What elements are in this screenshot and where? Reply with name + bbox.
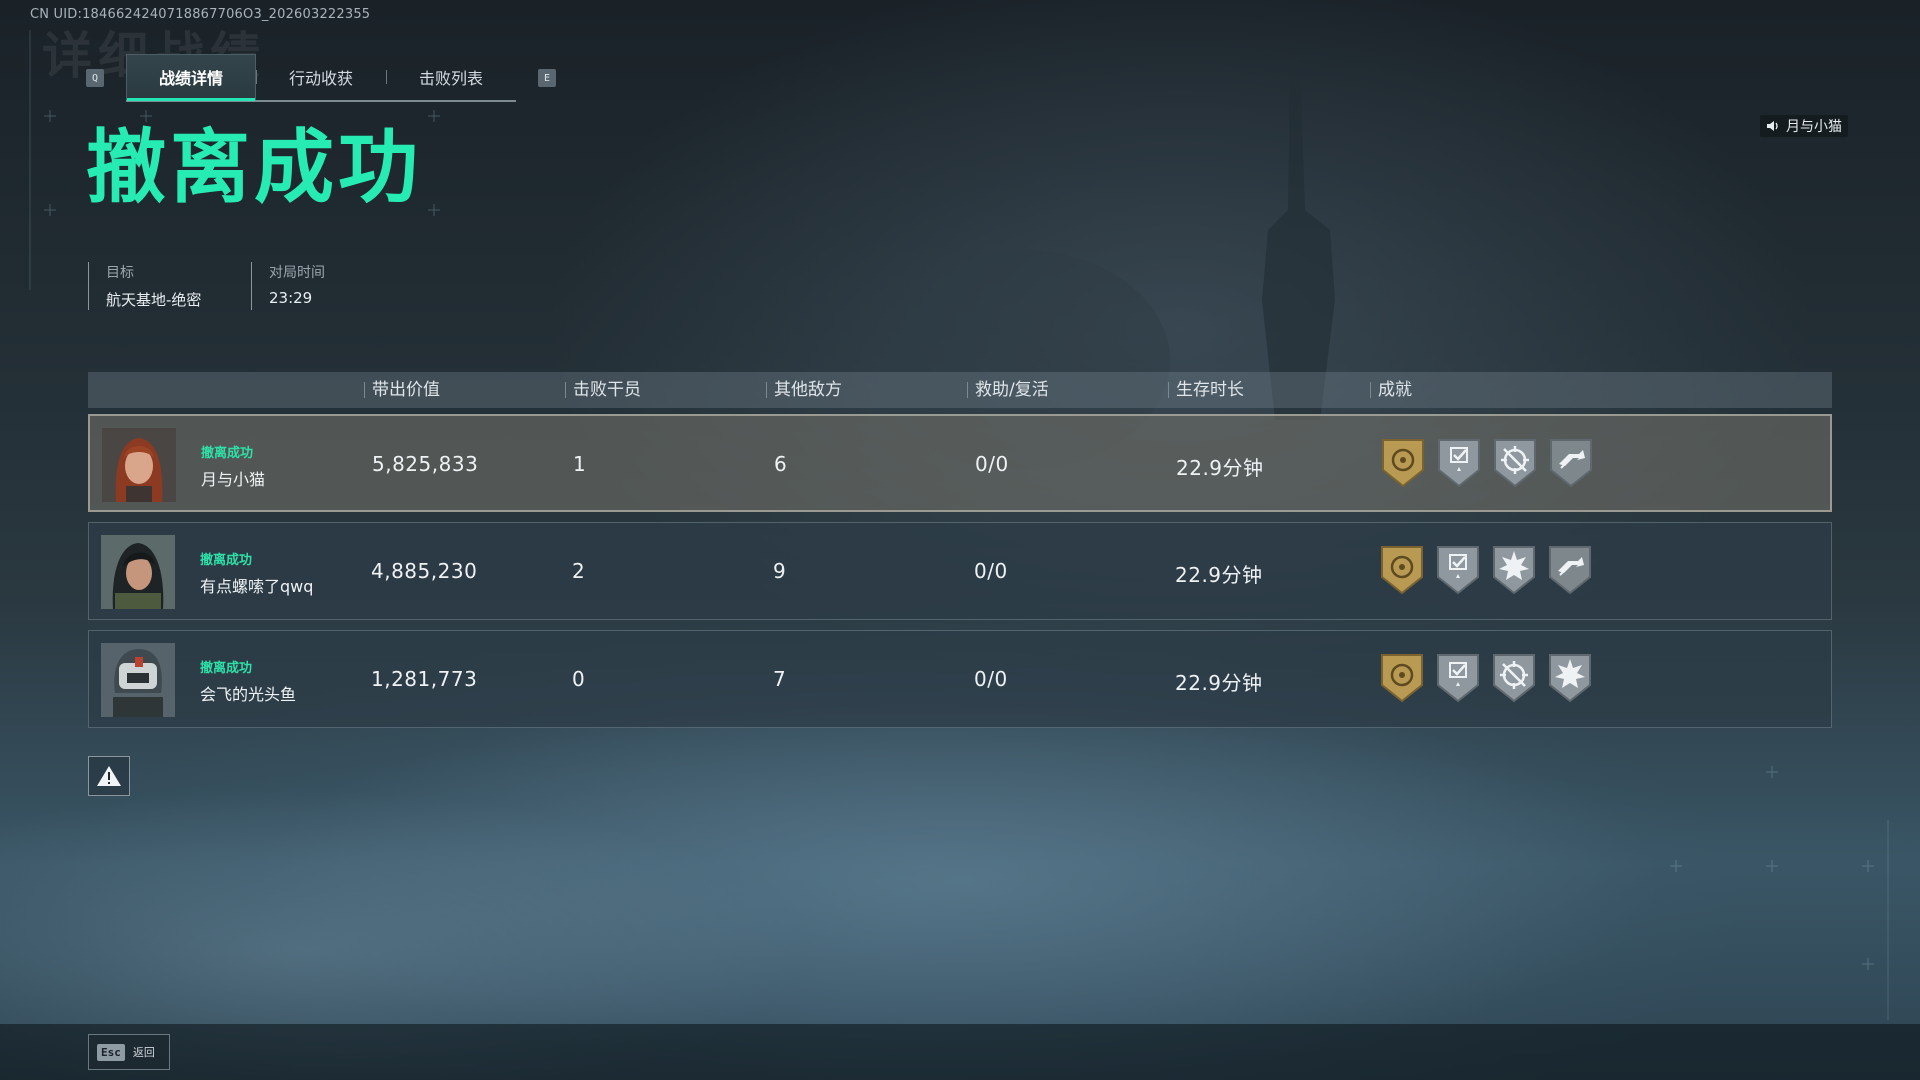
back-button[interactable]: Esc 返回 — [88, 1034, 170, 1070]
extraction-result-title: 撤离成功 — [86, 121, 422, 214]
achievement-badges — [1379, 543, 1593, 595]
extraction-status: 撤离成功 — [200, 553, 253, 568]
back-label: 返回 — [132, 1046, 155, 1059]
speed-arrow-badge-icon[interactable] — [1547, 543, 1593, 595]
check-star-badge-icon[interactable] — [1435, 651, 1481, 703]
header-other-enemies: 其他敌方 — [766, 372, 842, 408]
footer-bar — [0, 1024, 1920, 1080]
report-warning-button[interactable] — [88, 756, 130, 796]
header-survival-time: 生存时长 — [1168, 372, 1244, 408]
burst-star-badge-icon[interactable] — [1491, 543, 1537, 595]
player-row[interactable]: 撤离成功 月与小猫 5,825,833 1 6 0/0 22.9分钟 — [88, 414, 1832, 512]
target-block: 目标 航天基地-绝密 — [88, 262, 231, 310]
rescue-revive: 0/0 — [975, 452, 1009, 476]
player-name: 会飞的光头鱼 — [200, 685, 297, 704]
header-extract-value: 带出价值 — [364, 372, 440, 408]
warning-triangle-icon — [97, 766, 121, 786]
survival-time: 22.9分钟 — [1175, 563, 1263, 587]
stats-table-header: 带出价值 击败干员 其他敌方 救助/复活 生存时长 成就 — [88, 372, 1832, 408]
header-rescue-revive: 救助/复活 — [967, 372, 1049, 408]
other-enemies: 7 — [773, 667, 787, 691]
player-row[interactable]: 撤离成功 有点螺嗦了qwq 4,885,230 2 9 0/0 22.9分钟 — [88, 522, 1832, 620]
tab-group: 战绩详情 行动收获 击败列表 — [126, 54, 516, 102]
achievement-badges — [1379, 651, 1593, 703]
player-avatar — [102, 428, 176, 502]
extraction-status: 撤离成功 — [201, 446, 254, 461]
check-star-badge-icon[interactable] — [1435, 543, 1481, 595]
other-enemies: 6 — [774, 452, 788, 476]
player-name: 有点螺嗦了qwq — [200, 577, 314, 596]
speed-arrow-badge-icon[interactable] — [1548, 436, 1594, 488]
match-time-label: 对局时间 — [269, 265, 325, 281]
header-operator-kills: 击败干员 — [565, 372, 641, 408]
rescue-revive: 0/0 — [974, 667, 1008, 691]
prev-tab-key[interactable]: Q — [86, 69, 104, 87]
next-tab-key[interactable]: E — [538, 69, 556, 87]
extraction-status: 撤离成功 — [200, 661, 253, 676]
rescue-revive: 0/0 — [974, 559, 1008, 583]
target-cross-badge-icon[interactable] — [1492, 436, 1538, 488]
operator-kills: 1 — [573, 452, 587, 476]
check-star-badge-icon[interactable] — [1436, 436, 1482, 488]
target-cross-badge-icon[interactable] — [1491, 651, 1537, 703]
burst-star-badge-icon[interactable] — [1547, 651, 1593, 703]
extract-value: 5,825,833 — [372, 452, 479, 476]
gold-crest-badge-icon[interactable] — [1379, 651, 1425, 703]
time-block: 对局时间 23:29 — [251, 262, 325, 310]
target-label: 目标 — [106, 265, 134, 281]
header-achievements: 成就 — [1370, 372, 1412, 408]
tab-battle-details[interactable]: 战绩详情 — [126, 54, 256, 101]
speaker-name: 月与小猫 — [1786, 119, 1842, 135]
voice-speaker-tag: 月与小猫 — [1760, 115, 1848, 137]
player-avatar — [101, 643, 175, 717]
gold-crest-badge-icon[interactable] — [1379, 543, 1425, 595]
achievement-badges — [1380, 436, 1594, 488]
esc-key: Esc — [97, 1043, 125, 1061]
player-avatar — [101, 535, 175, 609]
other-enemies: 9 — [773, 559, 787, 583]
match-meta: 目标 航天基地-绝密 对局时间 23:29 — [88, 262, 345, 310]
tab-bar: Q 战绩详情 行动收获 击败列表 E — [86, 54, 556, 102]
operator-kills: 0 — [572, 667, 586, 691]
player-name: 月与小猫 — [201, 470, 266, 489]
match-time-value: 23:29 — [269, 289, 313, 307]
survival-time: 22.9分钟 — [1176, 456, 1264, 480]
player-row[interactable]: 撤离成功 会飞的光头鱼 1,281,773 0 7 0/0 22.9分钟 — [88, 630, 1832, 728]
speaker-icon — [1767, 121, 1778, 131]
extract-value: 1,281,773 — [371, 667, 478, 691]
survival-time: 22.9分钟 — [1175, 671, 1263, 695]
extract-value: 4,885,230 — [371, 559, 478, 583]
gold-crest-badge-icon[interactable] — [1380, 436, 1426, 488]
tab-action-loot[interactable]: 行动收获 — [256, 54, 386, 100]
operator-kills: 2 — [572, 559, 586, 583]
target-value: 航天基地-绝密 — [106, 291, 202, 309]
tab-defeat-list[interactable]: 击败列表 — [386, 54, 516, 100]
